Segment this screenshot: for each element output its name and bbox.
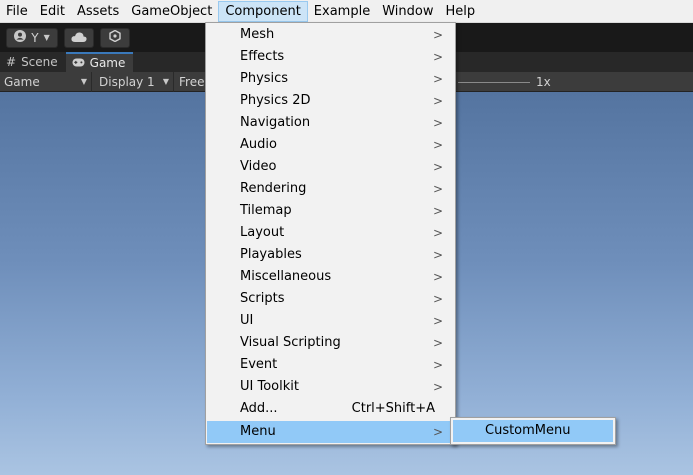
menu-item-custommenu[interactable]: CustomMenu [453, 420, 613, 442]
menu-item-layout[interactable]: Layout > [206, 222, 455, 244]
menu-item-miscellaneous[interactable]: Miscellaneous > [206, 266, 455, 288]
menu-item-tilemap[interactable]: Tilemap > [206, 200, 455, 222]
chevron-down-icon: ▼ [80, 77, 87, 86]
menu-item-label: UI [240, 313, 254, 328]
menu-item-label: UI Toolkit [240, 379, 299, 394]
chevron-right-icon: > [432, 336, 443, 350]
display-label: Display 1 [99, 75, 155, 89]
chevron-right-icon: > [432, 292, 443, 306]
tab-scene[interactable]: # Scene [0, 52, 66, 72]
menu-item-scripts[interactable]: Scripts > [206, 288, 455, 310]
menu-item-audio[interactable]: Audio > [206, 134, 455, 156]
chevron-right-icon: > [432, 50, 443, 64]
menu-item-label: Miscellaneous [240, 269, 332, 284]
display-dropdown[interactable]: Display 1 ▼ [92, 72, 174, 92]
menu-example[interactable]: Example [308, 1, 376, 22]
chevron-right-icon: > [432, 116, 443, 130]
menu-bar: File Edit Assets GameObject Component Ex… [0, 0, 693, 23]
chevron-right-icon: > [432, 204, 443, 218]
cloud-button[interactable] [64, 27, 94, 48]
aspect-dropdown[interactable]: Free [179, 72, 204, 92]
cloud-icon [71, 31, 87, 45]
menu-item-label: Scripts [240, 291, 285, 306]
menu-item-label: Playables [240, 247, 302, 262]
chevron-down-icon: ▼ [162, 77, 169, 86]
menu-item-label: Event [240, 357, 278, 372]
tab-game[interactable]: Game [65, 52, 134, 72]
menu-item-label: Tilemap [240, 203, 292, 218]
chevron-right-icon: > [432, 380, 443, 394]
account-label: Y [31, 30, 39, 45]
chevron-right-icon: > [432, 358, 443, 372]
chevron-right-icon: > [432, 28, 443, 42]
chevron-right-icon: > [432, 270, 443, 284]
menu-gameobject[interactable]: GameObject [125, 1, 218, 22]
chevron-right-icon: > [432, 425, 443, 439]
menu-item-label: Mesh [240, 27, 275, 42]
menu-item-event[interactable]: Event > [206, 354, 455, 376]
menu-item-visual-scripting[interactable]: Visual Scripting > [206, 332, 455, 354]
hash-icon: # [6, 55, 17, 69]
menu-item-menu[interactable]: Menu > [207, 421, 454, 443]
scale-value: 1x [536, 75, 551, 89]
account-dropdown[interactable]: Y ▼ [6, 27, 58, 48]
chevron-right-icon: > [432, 248, 443, 262]
menu-item-effects[interactable]: Effects > [206, 46, 455, 68]
menu-item-label: Rendering [240, 181, 307, 196]
menu-item-add[interactable]: Add... Ctrl+Shift+A [206, 398, 455, 420]
menu-item-ui-toolkit[interactable]: UI Toolkit > [206, 376, 455, 398]
chevron-right-icon: > [432, 72, 443, 86]
menu-item-video[interactable]: Video > [206, 156, 455, 178]
custom-submenu: CustomMenu [450, 417, 616, 445]
menu-item-label: Effects [240, 49, 285, 64]
tab-scene-label: Scene [21, 55, 58, 69]
menu-item-label: Add... [240, 401, 278, 416]
menu-item-shortcut: Ctrl+Shift+A [351, 401, 435, 416]
menu-item-label: Navigation [240, 115, 311, 130]
menu-item-label: Video [240, 159, 277, 174]
menu-component[interactable]: Component [218, 0, 308, 22]
tab-game-label: Game [89, 56, 126, 70]
view-mode-label: Game [4, 75, 40, 89]
component-menu: Mesh > Effects > Physics > Physics 2D > Navi… [205, 22, 456, 445]
menu-item-navigation[interactable]: Navigation > [206, 112, 455, 134]
chevron-right-icon: > [432, 138, 443, 152]
menu-item-label: Visual Scripting [240, 335, 341, 350]
account-icon [14, 30, 27, 45]
aspect-label: Free [179, 75, 205, 89]
menu-assets[interactable]: Assets [71, 1, 125, 22]
chevron-right-icon: > [432, 160, 443, 174]
menu-item-label: Physics 2D [240, 93, 311, 108]
menu-item-physics-2d[interactable]: Physics 2D > [206, 90, 455, 112]
menu-help[interactable]: Help [439, 1, 481, 22]
chevron-down-icon: ▼ [43, 33, 50, 42]
menu-window[interactable]: Window [376, 1, 439, 22]
chevron-right-icon: > [432, 94, 443, 108]
chevron-right-icon: > [432, 182, 443, 196]
menu-item-label: Audio [240, 137, 277, 152]
collab-icon [109, 29, 121, 45]
menu-item-label: Physics [240, 71, 289, 86]
menu-edit[interactable]: Edit [34, 1, 71, 22]
menu-item-label: Layout [240, 225, 285, 240]
chevron-right-icon: > [432, 314, 443, 328]
collab-button[interactable] [100, 27, 130, 48]
menu-item-label: Menu [240, 424, 276, 439]
menu-file[interactable]: File [0, 1, 34, 22]
menu-item-rendering[interactable]: Rendering > [206, 178, 455, 200]
gamepad-icon [72, 56, 85, 70]
view-mode-dropdown[interactable]: Game ▼ [0, 72, 92, 92]
menu-item-playables[interactable]: Playables > [206, 244, 455, 266]
chevron-right-icon: > [432, 226, 443, 240]
scale-slider[interactable] [458, 82, 530, 83]
menu-item-physics[interactable]: Physics > [206, 68, 455, 90]
menu-item-mesh[interactable]: Mesh > [206, 24, 455, 46]
menu-item-ui[interactable]: UI > [206, 310, 455, 332]
